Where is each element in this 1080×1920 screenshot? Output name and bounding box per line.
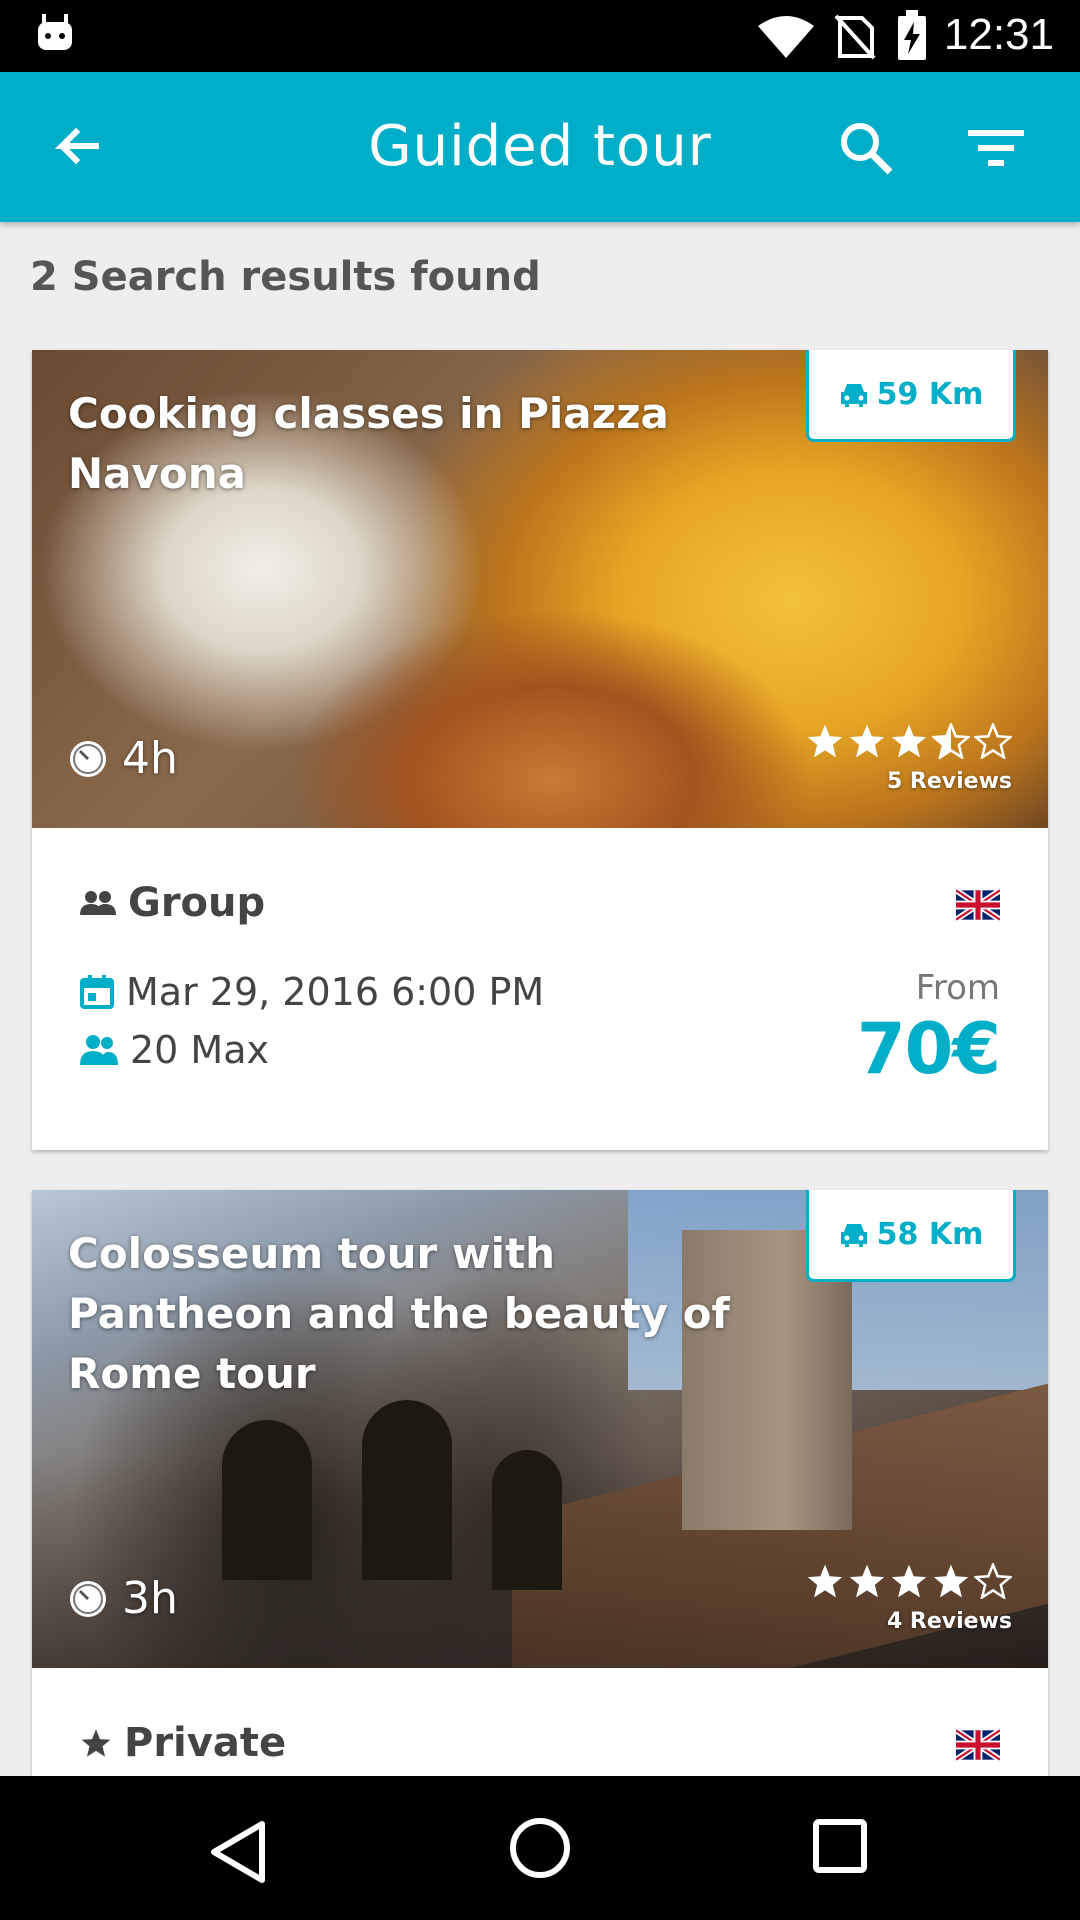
tour-details: Group Mar 29, 2016 6:00 PM 20 Max From 7… [32, 828, 1048, 1150]
price: 70€ [856, 1008, 1001, 1090]
tour-title: Cooking classes in Piazza Navona [68, 389, 669, 498]
filter-button[interactable] [964, 116, 1028, 180]
star-empty-icon [974, 1563, 1012, 1599]
star-full-icon [849, 1564, 885, 1598]
tour-date: Mar 29, 2016 6:00 PM [126, 970, 545, 1014]
max-participants: 20 Max [130, 1028, 269, 1072]
clock-icon [70, 740, 106, 777]
date-row: Mar 29, 2016 6:00 PM [80, 970, 544, 1014]
star-empty-icon [974, 723, 1012, 759]
no-sim-icon [834, 14, 876, 60]
duration: 3h [68, 1573, 178, 1624]
filter-icon [968, 130, 1024, 166]
tour-details: Private [32, 1668, 1048, 1776]
nav-home-icon[interactable] [508, 1816, 572, 1880]
nav-recents-icon[interactable] [810, 1816, 870, 1876]
tour-image: 58 Km Colosseum tour with Pantheon and t… [32, 1190, 1048, 1668]
distance-text: 59 Km [876, 377, 984, 412]
tour-card[interactable]: 59 Km Cooking classes in Piazza Navona 4… [32, 350, 1048, 1150]
calendar-icon [80, 975, 114, 1009]
wifi-icon [758, 16, 814, 58]
clock: 12:31 [943, 10, 1054, 59]
nav-back-icon[interactable] [200, 1816, 272, 1888]
distance-text: 58 Km [876, 1217, 984, 1252]
image-arch [222, 1420, 312, 1580]
search-icon [841, 123, 893, 175]
star-half-icon [932, 723, 970, 759]
results-count: 2 Search results found [30, 254, 541, 300]
duration: 4h [68, 733, 178, 784]
star-full-icon [807, 1564, 843, 1598]
car-icon [840, 383, 867, 407]
tour-type-label: Private [124, 1720, 287, 1766]
android-icon [38, 14, 72, 50]
tour-image: 59 Km Cooking classes in Piazza Navona 4… [32, 350, 1048, 828]
app-bar: Guided tour [0, 72, 1080, 222]
tour-card[interactable]: 58 Km Colosseum tour with Pantheon and t… [32, 1190, 1048, 1776]
clock-icon [70, 1580, 106, 1617]
star-full-icon [891, 724, 927, 758]
star-full-icon [891, 1564, 927, 1598]
navigation-bar [0, 1776, 1080, 1920]
group-icon [80, 891, 116, 915]
reviews-count: 5 Reviews [886, 769, 1012, 794]
image-arch [492, 1450, 562, 1590]
uk-flag-icon [956, 888, 1000, 922]
search-button[interactable] [834, 116, 898, 180]
star-full-icon [933, 1564, 969, 1598]
rating: 5 Reviews [806, 723, 1012, 794]
tour-title: Colosseum tour with Pantheon and the bea… [68, 1229, 730, 1398]
tour-type-label: Group [128, 880, 266, 926]
people-icon [80, 1035, 118, 1065]
distance-badge: 59 Km [806, 350, 1016, 442]
duration-text: 3h [122, 1573, 178, 1624]
uk-flag-icon [956, 1728, 1000, 1762]
distance-badge: 58 Km [806, 1190, 1016, 1282]
battery-charging-icon [898, 10, 926, 60]
star-full-icon [807, 724, 843, 758]
star-full-icon [849, 724, 885, 758]
status-bar: 12:31 [0, 0, 1080, 72]
capacity-row: 20 Max [80, 1028, 269, 1072]
tour-type: Group [80, 880, 265, 926]
tour-type: Private [80, 1720, 286, 1766]
star-rating [806, 1563, 1012, 1599]
duration-text: 4h [122, 733, 178, 784]
price-from-label: From [915, 968, 1000, 1008]
car-icon [840, 1223, 867, 1247]
image-arch [362, 1400, 452, 1580]
star-icon [81, 1729, 111, 1757]
reviews-count: 4 Reviews [886, 1609, 1012, 1634]
page-title: Guided tour [368, 114, 712, 179]
star-rating [806, 723, 1012, 759]
rating: 4 Reviews [806, 1563, 1012, 1634]
